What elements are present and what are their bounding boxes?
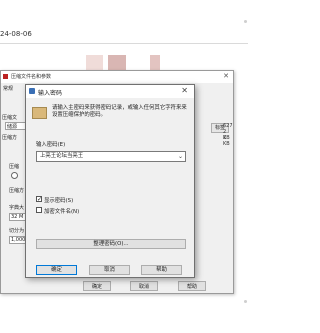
tab-general[interactable]: 常规 (3, 85, 13, 92)
edge-mark (244, 20, 247, 23)
password-label: 输入密码(E) (36, 142, 66, 148)
organize-passwords-button[interactable]: 整理密码(O)... (36, 239, 186, 249)
archive-name-label: 压缩文 (2, 115, 18, 121)
window-title: 压缩文件名和参数 (11, 74, 52, 80)
ok-button[interactable]: 确定 (36, 265, 77, 275)
close-icon[interactable]: ✕ (181, 86, 188, 95)
chevron-down-icon[interactable]: ⌄ (178, 152, 183, 161)
format-radio[interactable] (11, 172, 18, 179)
show-password-checkbox[interactable]: ✓ (36, 196, 42, 203)
compression-method-label: 压缩方 (2, 135, 18, 141)
dictionary-size-label: 字典大 (9, 205, 25, 211)
encrypt-filenames-label: 加密文件名(N) (44, 209, 80, 215)
divider (0, 43, 248, 44)
dialog-titlebar[interactable]: 输入密码 ✕ (26, 85, 194, 98)
show-password-label: 显示密码(S) (44, 198, 74, 204)
compression-label: 压缩 (9, 164, 20, 170)
compression-level-label: 压缩方 (9, 188, 25, 194)
dictionary-size-select[interactable]: 32 M (9, 213, 26, 221)
edge-mark (244, 300, 247, 303)
parent-ok-button[interactable]: 确定 (83, 281, 111, 291)
encrypt-filenames-checkbox[interactable] (36, 207, 42, 213)
help-button[interactable]: 帮助 (141, 265, 182, 275)
parent-cancel-button[interactable]: 取消 (130, 281, 158, 291)
password-icon (32, 107, 47, 119)
key-icon (29, 88, 35, 94)
password-value: 上亮王论坛当亮王 (40, 153, 84, 159)
password-dialog: 输入密码 ✕ 请输入主密码来获得密码记录，或输入任何其它字符来来设置压缩保护的密… (25, 84, 195, 278)
parent-help-button[interactable]: 帮助 (178, 281, 206, 291)
date-label: 24-08-06 (0, 30, 32, 38)
dialog-description: 请输入主密码来获得密码记录，或输入任何其它字符来来设置压缩保护的密码。 (52, 105, 187, 118)
window-titlebar[interactable]: 压缩文件名和参数 ✕ (1, 71, 233, 83)
split-volume-label: 切分为 (9, 228, 25, 234)
size-value: 2 KB (223, 135, 230, 147)
password-field[interactable]: 上亮王论坛当亮王 ⌄ (36, 151, 186, 162)
dialog-title: 输入密码 (38, 90, 63, 97)
cancel-button[interactable]: 取消 (89, 265, 130, 275)
split-volume-input[interactable]: 1,000 (9, 236, 26, 244)
winrar-icon (3, 74, 8, 79)
archive-name-input[interactable]: 储源 (5, 122, 27, 130)
close-icon[interactable]: ✕ (223, 72, 229, 80)
